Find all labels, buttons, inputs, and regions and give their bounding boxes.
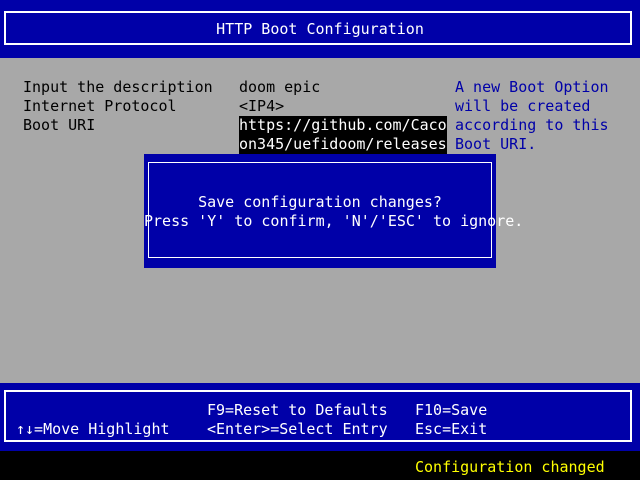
reset-defaults-key: F9=Reset to Defaults <box>207 401 388 419</box>
help-text-line: according to this <box>455 116 609 134</box>
dialog-instructions: Press 'Y' to confirm, 'N'/'ESC' to ignor… <box>144 212 524 230</box>
boot-uri-field-line2[interactable]: on345/uefidoom/releases/do <box>239 135 447 154</box>
protocol-select[interactable]: <IP4> <box>239 97 284 116</box>
boot-uri-label: Boot URI <box>23 116 96 134</box>
help-text-line: Boot URI. <box>455 135 537 153</box>
help-text-line: A new Boot Option <box>455 78 609 96</box>
help-text-line: will be created <box>455 97 591 115</box>
description-field[interactable]: doom epic <box>239 78 320 97</box>
save-confirm-dialog[interactable]: Save configuration changes? Press 'Y' to… <box>144 154 524 268</box>
dialog-question: Save configuration changes? <box>198 193 442 211</box>
status-message: Configuration changed <box>415 458 605 476</box>
move-highlight-key: ↑↓=Move Highlight <box>16 420 170 438</box>
page-title: HTTP Boot Configuration <box>216 20 424 38</box>
protocol-label: Internet Protocol <box>23 97 177 115</box>
exit-key: Esc=Exit <box>415 420 488 438</box>
description-label: Input the description <box>23 78 213 96</box>
save-key: F10=Save <box>415 401 488 419</box>
boot-uri-field[interactable]: https://github.com/Cacodem <box>239 116 447 135</box>
select-entry-key: <Enter>=Select Entry <box>207 420 388 438</box>
